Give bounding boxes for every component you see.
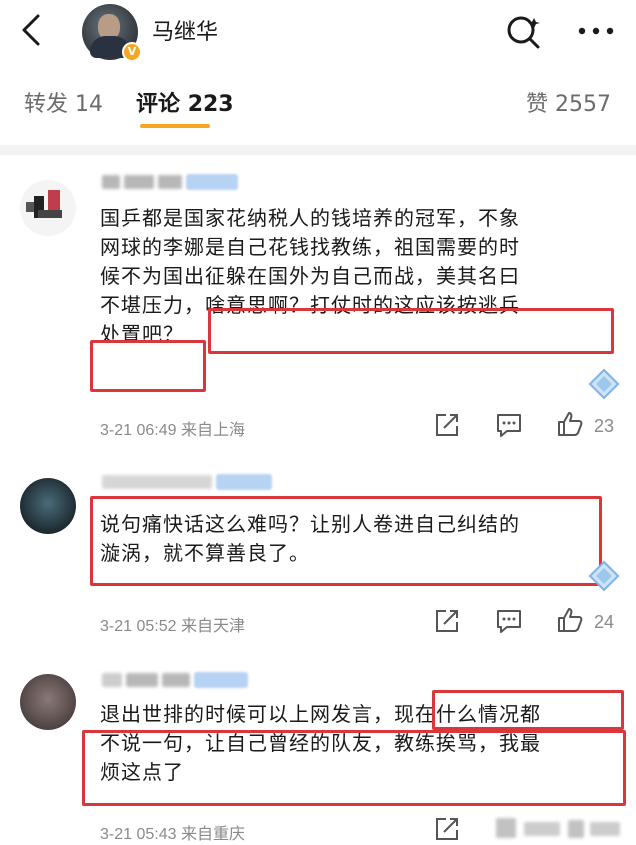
diamond-badge-icon <box>588 368 620 400</box>
highlight-box <box>90 340 206 392</box>
comment-line: 国乒都是国家花纳税人的钱培养的冠军，不象 <box>100 206 520 230</box>
location: 来自重庆 <box>180 826 245 843</box>
tab-bar: 转发 14 评论 223 赞 2557 <box>0 80 636 134</box>
comment-line: 网球的李娜是自己花钱找教练，祖国需要的时 <box>100 235 520 259</box>
top-bar: V 马继华 <box>0 0 636 64</box>
like-count: 24 <box>594 612 615 632</box>
diamond-badge-icon <box>588 560 620 592</box>
page-title[interactable]: 马继华 <box>152 14 218 46</box>
share-icon[interactable] <box>434 816 460 842</box>
timestamp: 3-21 06:49 <box>100 422 177 439</box>
chevron-left-icon[interactable] <box>14 12 50 48</box>
comment-icon[interactable] <box>495 412 523 438</box>
timestamp: 3-21 05:52 <box>100 618 177 635</box>
avatar[interactable]: V <box>82 4 142 62</box>
search-icon[interactable] <box>504 12 544 52</box>
tab-count: 2557 <box>555 92 612 117</box>
divider <box>0 145 636 155</box>
tab-reposts[interactable]: 转发 14 <box>24 86 103 118</box>
like-icon[interactable] <box>556 606 584 634</box>
like-icon[interactable] <box>556 410 584 438</box>
more-icon[interactable] <box>576 26 616 36</box>
avatar[interactable] <box>20 478 76 534</box>
highlight-box <box>208 308 614 354</box>
comment-meta: 3-21 05:52 来自天津 <box>100 612 245 636</box>
like-count: 23 <box>594 416 615 436</box>
tab-count: 14 <box>75 92 104 117</box>
watermark-blurred <box>496 816 626 840</box>
tab-label: 赞 <box>526 92 549 117</box>
tab-comments[interactable]: 评论 223 <box>136 86 234 118</box>
comment-icon[interactable] <box>495 608 523 634</box>
highlight-box <box>82 730 626 806</box>
location: 来自天津 <box>180 618 245 635</box>
tab-likes[interactable]: 赞 2557 <box>526 86 611 118</box>
highlight-box <box>90 496 602 586</box>
username-blurred[interactable] <box>102 472 272 492</box>
active-tab-indicator <box>140 124 210 128</box>
avatar[interactable] <box>20 180 76 236</box>
comment-meta: 3-21 05:43 来自重庆 <box>100 820 245 844</box>
verified-badge-icon: V <box>122 42 142 62</box>
location: 来自上海 <box>180 422 245 439</box>
share-icon[interactable] <box>434 412 460 438</box>
username-blurred[interactable] <box>102 172 238 192</box>
highlight-box <box>432 690 624 730</box>
tab-label: 评论 <box>136 92 181 117</box>
tab-count: 223 <box>187 92 234 117</box>
timestamp: 3-21 05:43 <box>100 826 177 843</box>
tab-label: 转发 <box>24 92 69 117</box>
username-blurred[interactable] <box>102 670 248 690</box>
share-icon[interactable] <box>434 608 460 634</box>
comment-line: 候不为国出征躲在国外为自己而战，美其名曰 <box>100 264 520 288</box>
comment-meta: 3-21 06:49 来自上海 <box>100 416 245 440</box>
avatar[interactable] <box>20 674 76 730</box>
